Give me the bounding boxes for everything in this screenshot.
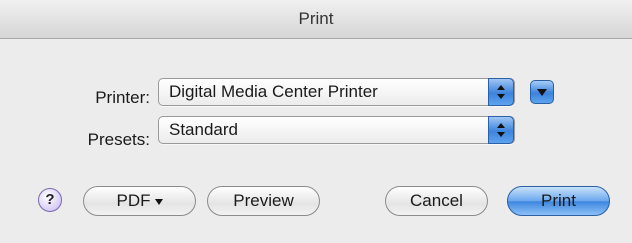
cancel-button-label: Cancel <box>410 191 463 210</box>
preview-button[interactable]: Preview <box>207 186 320 216</box>
presets-label: Presets: <box>87 130 150 149</box>
print-button-label: Print <box>541 191 576 210</box>
help-icon: ? <box>45 191 55 208</box>
window-title: Print <box>298 9 334 28</box>
printer-select-value: Digital Media Center Printer <box>169 82 378 101</box>
printer-select[interactable]: Digital Media Center Printer <box>158 78 515 106</box>
disclosure-button[interactable] <box>530 80 554 104</box>
printer-label: Printer: <box>95 88 150 107</box>
pdf-menu-caret-icon <box>154 198 163 205</box>
print-button[interactable]: Print <box>507 186 610 216</box>
disclosure-triangle-icon <box>537 89 547 96</box>
stepper-arrows-icon <box>488 78 514 106</box>
cancel-button[interactable]: Cancel <box>385 186 488 216</box>
help-button[interactable]: ? <box>38 188 62 212</box>
presets-select[interactable]: Standard <box>158 116 515 144</box>
stepper-arrows-icon <box>488 116 514 144</box>
pdf-button-label: PDF <box>116 191 151 210</box>
presets-select-value: Standard <box>169 120 238 139</box>
pdf-menu-button[interactable]: PDF <box>83 186 196 216</box>
window-title-bar: Print <box>0 0 632 39</box>
preview-button-label: Preview <box>233 191 294 210</box>
